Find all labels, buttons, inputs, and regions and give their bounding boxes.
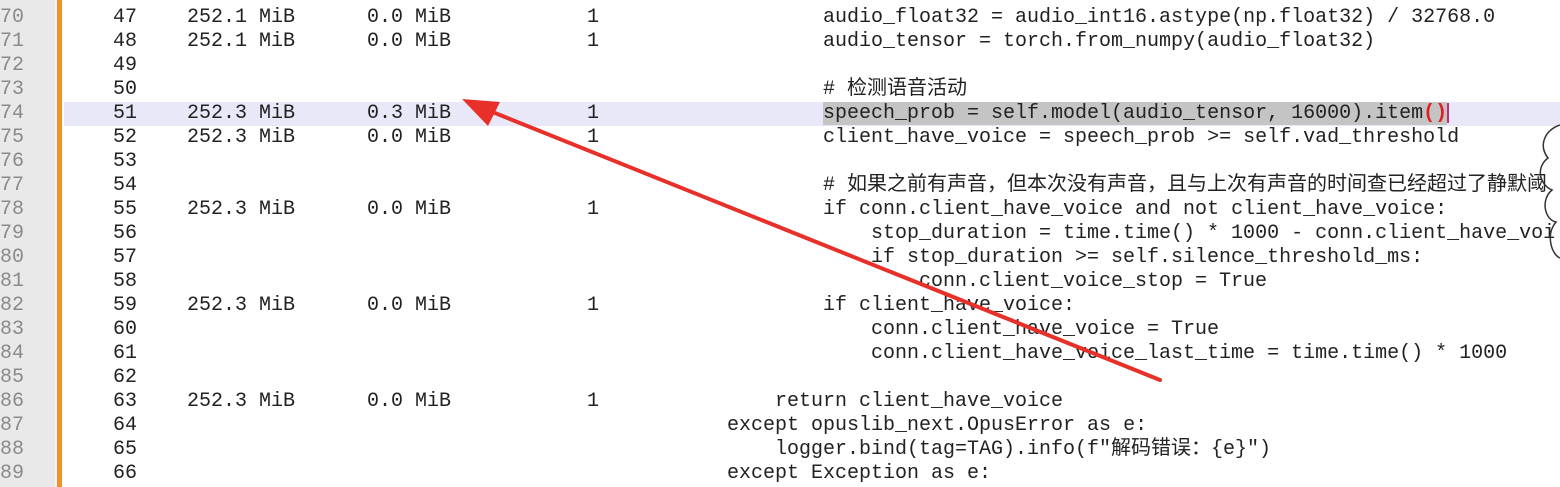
red-arrow-shaft	[478, 105, 1162, 382]
cloud-sketch-icon	[1539, 124, 1560, 259]
red-arrow-head-icon	[462, 99, 500, 126]
annotation-overlay	[462, 99, 1560, 382]
